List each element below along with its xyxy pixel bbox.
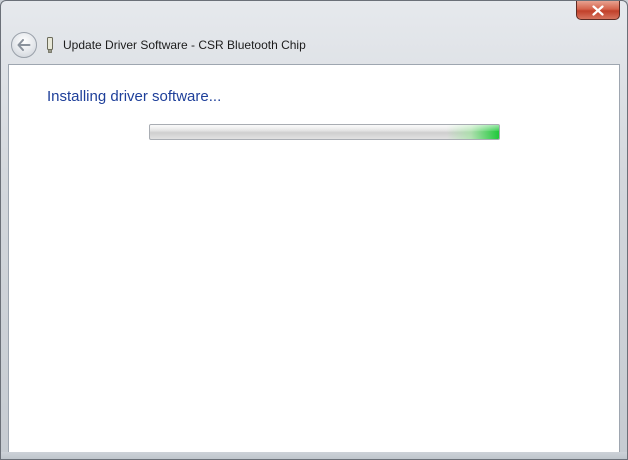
progress-bar-fill [150,125,499,139]
title-bar: Update Driver Software - CSR Bluetooth C… [1,27,627,63]
page-heading: Installing driver software... [47,88,222,105]
progress-bar [149,124,500,140]
back-button[interactable] [11,32,37,58]
window-bottom-frame [1,452,627,459]
close-button[interactable] [576,1,620,20]
back-arrow-icon [17,39,31,51]
window-title: Update Driver Software - CSR Bluetooth C… [63,38,306,52]
device-icon [45,37,55,53]
content-panel: Installing driver software... [8,64,620,454]
dialog-window: Update Driver Software - CSR Bluetooth C… [0,0,628,460]
close-icon [592,4,604,16]
